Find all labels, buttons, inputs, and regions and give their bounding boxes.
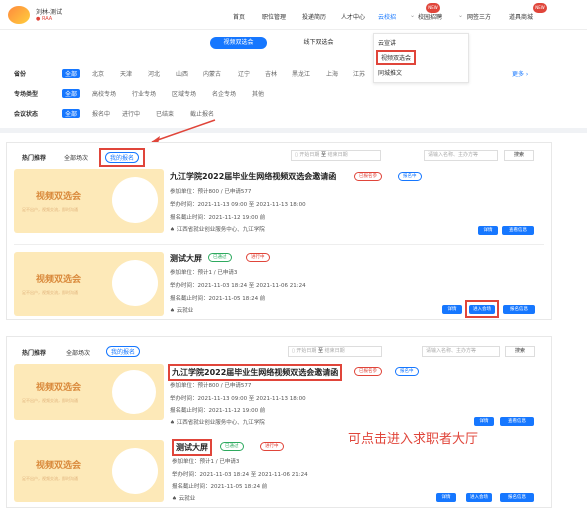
- search-input[interactable]: 请输入名称、主办方等: [422, 346, 500, 357]
- cover-subtitle: 足不出户，视频交流，即时沟通: [22, 476, 78, 481]
- card-organizer: ♠ 云就业: [172, 494, 195, 502]
- card-title[interactable]: 九江学院2022届毕业生网络视频双选会邀请函: [168, 364, 343, 381]
- card-units: 参加单位：预计1 / 已申请3: [170, 270, 238, 276]
- card-time: 举办时间：2021-11-13 09:00 至 2021-11-13 18:00: [170, 396, 306, 402]
- cover-title: 视频双选会: [36, 192, 82, 202]
- tag-ongoing: 进行中: [260, 442, 284, 451]
- cover-illustration: [112, 177, 158, 223]
- card-time: 举办时间：2021-11-03 18:24 至 2021-11-06 21:24: [170, 283, 306, 289]
- date-range[interactable]: ▯ 开始日期 至 结束日期: [291, 150, 381, 161]
- card-organizer-text: 江西省就业创业服务中心、九江学院: [176, 420, 265, 426]
- date-to: 至: [317, 348, 323, 354]
- card-time: 举办时间：2021-11-03 18:24 至 2021-11-06 21:24: [172, 472, 308, 478]
- card-title[interactable]: 九江学院2022届毕业生网络视频双选会邀请函: [170, 171, 336, 182]
- home-icon: ♠: [170, 308, 177, 314]
- tab-my-signup-label: 我的报名: [105, 152, 140, 163]
- end-date: 结束日期: [327, 152, 348, 158]
- card-cover: 视频双选会 足不出户，视频交流，即时沟通: [14, 252, 164, 316]
- card-deadline: 报名截止时间：2021-11-05 18:24 前: [170, 296, 266, 302]
- view-info-button[interactable]: 查看信息: [502, 226, 534, 235]
- tag-ongoing: 进行中: [246, 253, 270, 262]
- cover-subtitle: 足不出户，视频交流，即时沟通: [22, 398, 78, 403]
- card-deadline: 报名截止时间：2021-11-05 18:24 前: [172, 484, 268, 490]
- cover-illustration: [112, 260, 158, 306]
- card-deadline: 报名截止时间：2021-11-12 19:00 前: [170, 408, 266, 414]
- card-cover: 视频双选会 足不出户，视频交流，即时沟通: [14, 169, 164, 233]
- card-units: 参加单位：预计800 / 已申请577: [170, 383, 252, 389]
- tab-all[interactable]: 全部场次: [66, 348, 90, 357]
- date-range[interactable]: ▯ 开始日期 至 结束日期: [288, 346, 382, 357]
- home-icon: ♠: [170, 420, 177, 426]
- tab-hot[interactable]: 热门推荐: [22, 153, 46, 162]
- date-range-icon: ▯: [292, 348, 295, 354]
- card-organizer-text: 云就业: [178, 496, 196, 502]
- cover-illustration: [112, 370, 156, 414]
- card-organizer: ♠ 江西省就业创业服务中心、九江学院: [170, 418, 265, 426]
- signup-info-button[interactable]: 报名信息: [503, 305, 535, 314]
- cover-title: 视频双选会: [36, 383, 82, 393]
- card-divider: [14, 244, 544, 245]
- tag-approved: 已通过: [208, 253, 232, 262]
- annotation-text: 可点击进入求职者大厅: [348, 432, 479, 447]
- card-organizer: ♠ 云就业: [170, 306, 193, 314]
- card-deadline: 报名截止时间：2021-11-12 19:00 前: [170, 215, 266, 221]
- card-cover: 视频双选会 足不出户，视频交流，即时沟通: [14, 364, 164, 420]
- card-organizer: ♠ 江西省就业创业服务中心、九江学院: [170, 225, 265, 233]
- tag-approved: 已通过: [220, 442, 244, 451]
- cover-title: 视频双选会: [36, 461, 82, 471]
- cover-illustration: [112, 448, 158, 494]
- tab-my-signup[interactable]: 我的报名: [106, 346, 141, 357]
- card-organizer-text: 云就业: [176, 308, 194, 314]
- date-range-icon: ▯: [295, 152, 298, 158]
- card-time: 举办时间：2021-11-13 09:00 至 2021-11-13 18:00: [170, 202, 306, 208]
- card-title[interactable]: 测试大屏: [170, 253, 202, 264]
- start-date: 开始日期: [296, 348, 317, 354]
- search-input[interactable]: 请输入名称、主办方等: [424, 150, 498, 161]
- card-title[interactable]: 测试大屏: [172, 439, 212, 456]
- tab-all[interactable]: 全部场次: [64, 153, 88, 162]
- tag-signed: 已报名参: [354, 367, 382, 376]
- search-button[interactable]: 搜索: [504, 150, 534, 161]
- cover-subtitle: 足不出户，视频交流，即时沟通: [22, 207, 78, 212]
- card-units: 参加单位：预计1 / 已申请3: [172, 459, 240, 465]
- detail-button[interactable]: 详情: [436, 493, 456, 502]
- signup-info-button[interactable]: 报名信息: [500, 493, 534, 502]
- home-icon: ♠: [170, 227, 177, 233]
- tag-signup-open: 报名中: [395, 367, 419, 376]
- tab-my-signup[interactable]: 我的报名: [99, 148, 146, 167]
- tag-signed: 已报名参: [354, 172, 382, 181]
- start-date: 开始日期: [299, 152, 320, 158]
- detail-button[interactable]: 详情: [474, 417, 494, 426]
- tab-hot[interactable]: 热门推荐: [22, 348, 46, 357]
- card-units: 参加单位：预计800 / 已申请577: [170, 189, 252, 195]
- tag-signup-open: 报名中: [398, 172, 422, 181]
- enter-venue-button[interactable]: 进入会场: [466, 493, 492, 502]
- search-button[interactable]: 搜索: [505, 346, 535, 357]
- home-icon: ♠: [172, 496, 179, 502]
- detail-button[interactable]: 详情: [442, 305, 462, 314]
- card-organizer-text: 江西省就业创业服务中心、九江学院: [176, 227, 265, 233]
- date-to: 至: [320, 152, 326, 158]
- detail-button[interactable]: 详情: [478, 226, 498, 235]
- cover-subtitle: 足不出户，视频交流，即时沟通: [22, 290, 78, 295]
- end-date: 结束日期: [324, 348, 345, 354]
- card-cover: 视频双选会 足不出户，视频交流，即时沟通: [14, 440, 164, 502]
- view-info-button[interactable]: 查看信息: [500, 417, 534, 426]
- tab-my-signup-label: 我的报名: [106, 346, 141, 357]
- enter-venue-button[interactable]: 进入会场: [469, 305, 495, 314]
- cover-title: 视频双选会: [36, 275, 82, 285]
